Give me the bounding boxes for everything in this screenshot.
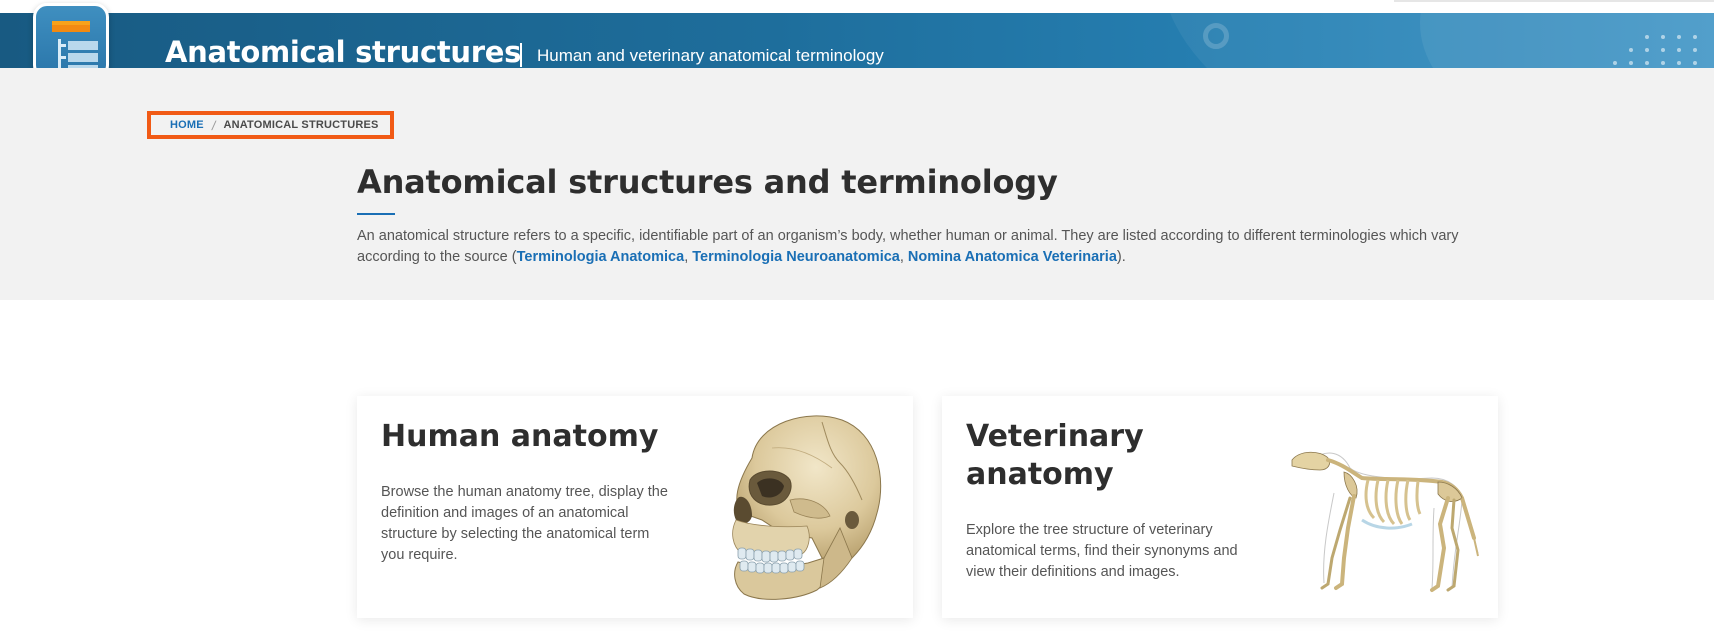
dog-skeleton-illustration — [1282, 438, 1482, 603]
link-nomina-anatomica-veterinaria[interactable]: Nomina Anatomica Veterinaria — [908, 249, 1117, 265]
top-strip-shadow — [1394, 0, 1714, 2]
breadcrumb-current: ANATOMICAL STRUCTURES — [223, 119, 379, 131]
card-title: Human anatomy — [381, 419, 659, 454]
intro-paragraph: An anatomical structure refers to a spec… — [357, 226, 1497, 268]
page-title: Anatomical structures and terminology — [357, 163, 1058, 201]
banner-dots-decoration — [1613, 35, 1714, 68]
link-separator: , — [899, 249, 908, 265]
veterinary-anatomy-card[interactable]: Veterinary anatomy Explore the tree stru… — [942, 396, 1498, 618]
card-title: Veterinary anatomy — [966, 419, 1144, 492]
title-underline — [357, 213, 395, 215]
card-description: Browse the human anatomy tree, display t… — [381, 484, 668, 563]
card-description: Explore the tree structure of veterinary… — [966, 522, 1238, 580]
human-skull-illustration — [712, 408, 887, 613]
human-anatomy-card[interactable]: Human anatomy Browse the human anatomy t… — [357, 396, 913, 618]
breadcrumb: HOME / ANATOMICAL STRUCTURES — [147, 111, 394, 139]
header-banner: Anatomical structures Human and veterina… — [0, 13, 1714, 68]
tree-structure-icon-graphic — [52, 21, 98, 73]
breadcrumb-home-link[interactable]: HOME — [170, 119, 204, 131]
link-terminologia-anatomica[interactable]: Terminologia Anatomica — [517, 249, 685, 265]
top-strip — [0, 0, 1714, 13]
intro-text-end: ). — [1116, 249, 1126, 265]
link-terminologia-neuroanatomica[interactable]: Terminologia Neuroanatomica — [692, 249, 900, 265]
title-divider — [520, 43, 522, 67]
banner-ring-decoration — [1203, 23, 1229, 49]
app-title[interactable]: Anatomical structures — [165, 35, 521, 68]
app-subtitle: Human and veterinary anatomical terminol… — [537, 46, 884, 65]
breadcrumb-separator: / — [210, 117, 217, 133]
